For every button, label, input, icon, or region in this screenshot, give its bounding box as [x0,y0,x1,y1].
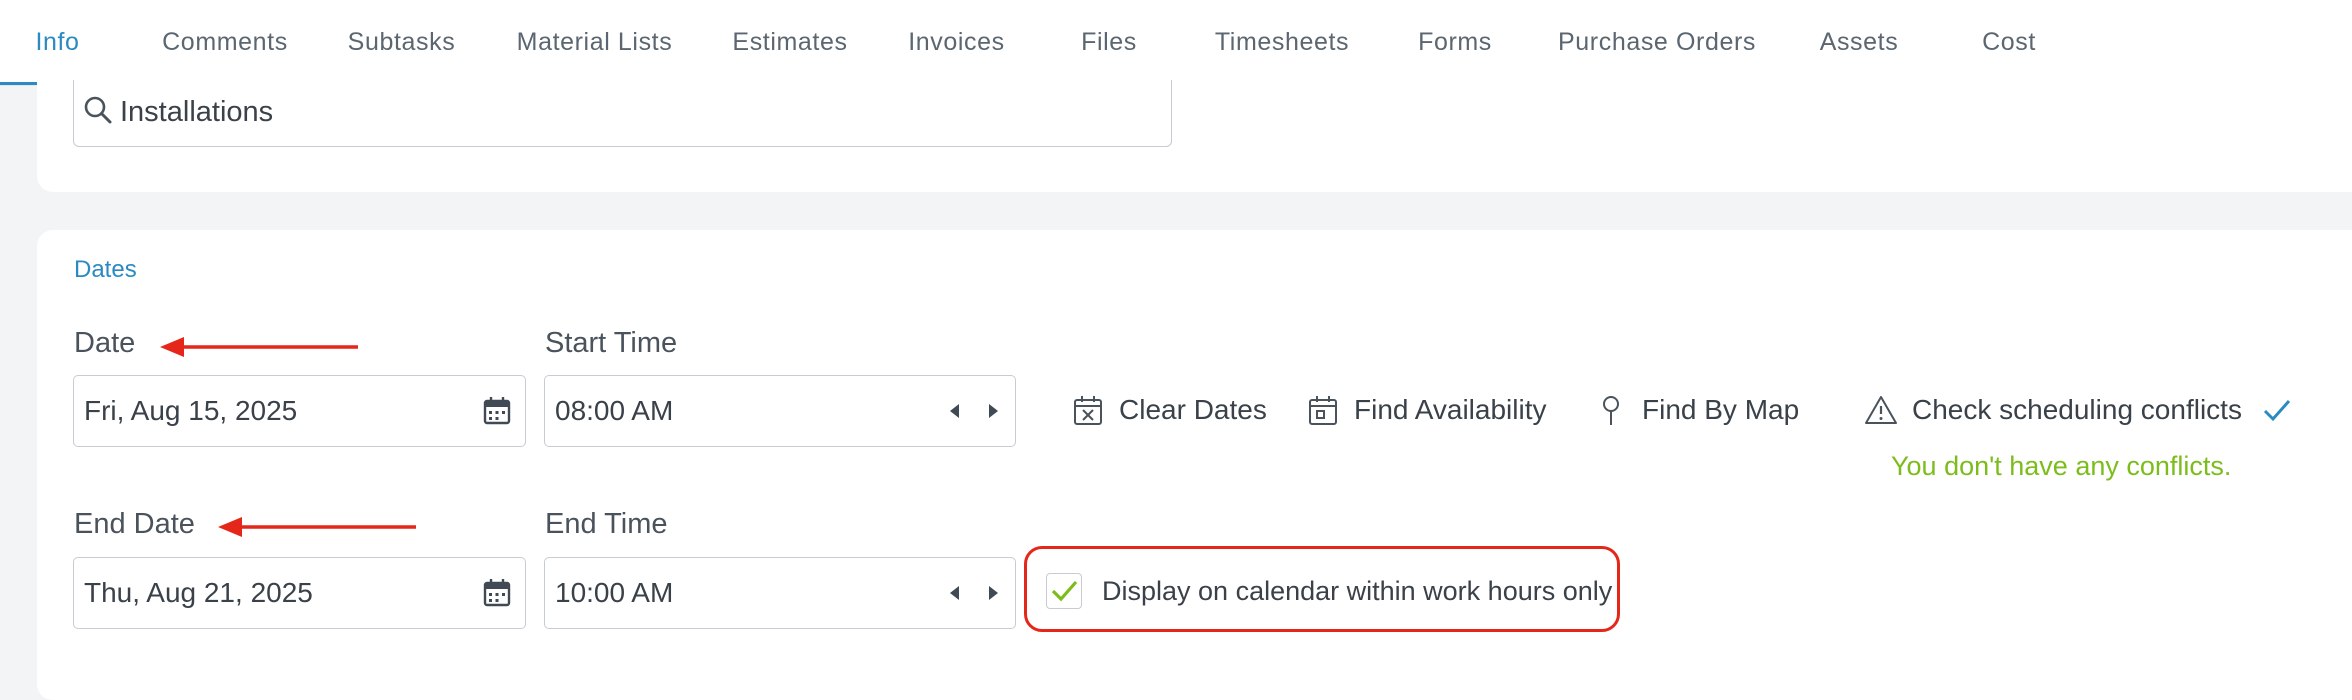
annotation-arrow-end-date [218,517,416,537]
date-label: Date [74,327,136,359]
find-by-map-label: Find By Map [1642,394,1800,425]
conflicts-status-message: You don't have any conflicts. [1891,451,2232,481]
end-date-value: Thu, Aug 21, 2025 [84,577,313,608]
end-time-input[interactable]: 10:00 AM [544,557,1016,629]
end-time-stepper [947,583,1001,603]
end-time-label: End Time [545,508,668,540]
annotation-arrow-date [160,337,358,357]
chevron-right-icon[interactable] [985,401,1001,421]
find-availability-button[interactable]: Find Availability [1306,393,1546,427]
chevron-left-icon[interactable] [947,401,963,421]
map-pin-icon [1603,396,1619,425]
find-by-map-button[interactable]: Find By Map [1594,393,1799,427]
date-input[interactable]: Fri, Aug 15, 2025 [73,375,526,447]
end-date-input[interactable]: Thu, Aug 21, 2025 [73,557,526,629]
start-time-label: Start Time [545,327,678,359]
calendar-icon[interactable] [481,395,513,427]
chevron-left-icon[interactable] [947,583,963,603]
check-conflicts-button[interactable]: Check scheduling conflicts [1864,393,2242,427]
end-date-label: End Date [74,508,195,540]
search-icon [84,96,112,124]
start-time-input[interactable]: 08:00 AM [544,375,1016,447]
warning-icon [1865,396,1897,424]
dates-section-title: Dates [74,256,137,283]
find-availability-label: Find Availability [1354,394,1547,425]
date-value: Fri, Aug 15, 2025 [84,395,298,426]
start-time-value: 08:00 AM [555,395,674,426]
clear-dates-label: Clear Dates [1119,394,1267,425]
calendar-icon[interactable] [481,577,513,609]
end-time-value: 10:00 AM [555,577,674,608]
work-hours-checkbox[interactable] [1046,573,1082,609]
work-hours-checkbox-label[interactable]: Display on calendar within work hours on… [1102,576,1612,607]
checkmark-icon [1051,580,1078,602]
clear-dates-button[interactable]: Clear Dates [1071,393,1267,427]
calendar-clear-icon [1074,396,1102,425]
check-conflicts-label: Check scheduling conflicts [1912,394,2242,425]
start-time-stepper [947,401,1001,421]
calendar-search-icon [1309,396,1337,425]
checkmark-icon [2263,400,2291,422]
chevron-right-icon[interactable] [985,583,1001,603]
category-search-input[interactable] [120,94,1020,130]
